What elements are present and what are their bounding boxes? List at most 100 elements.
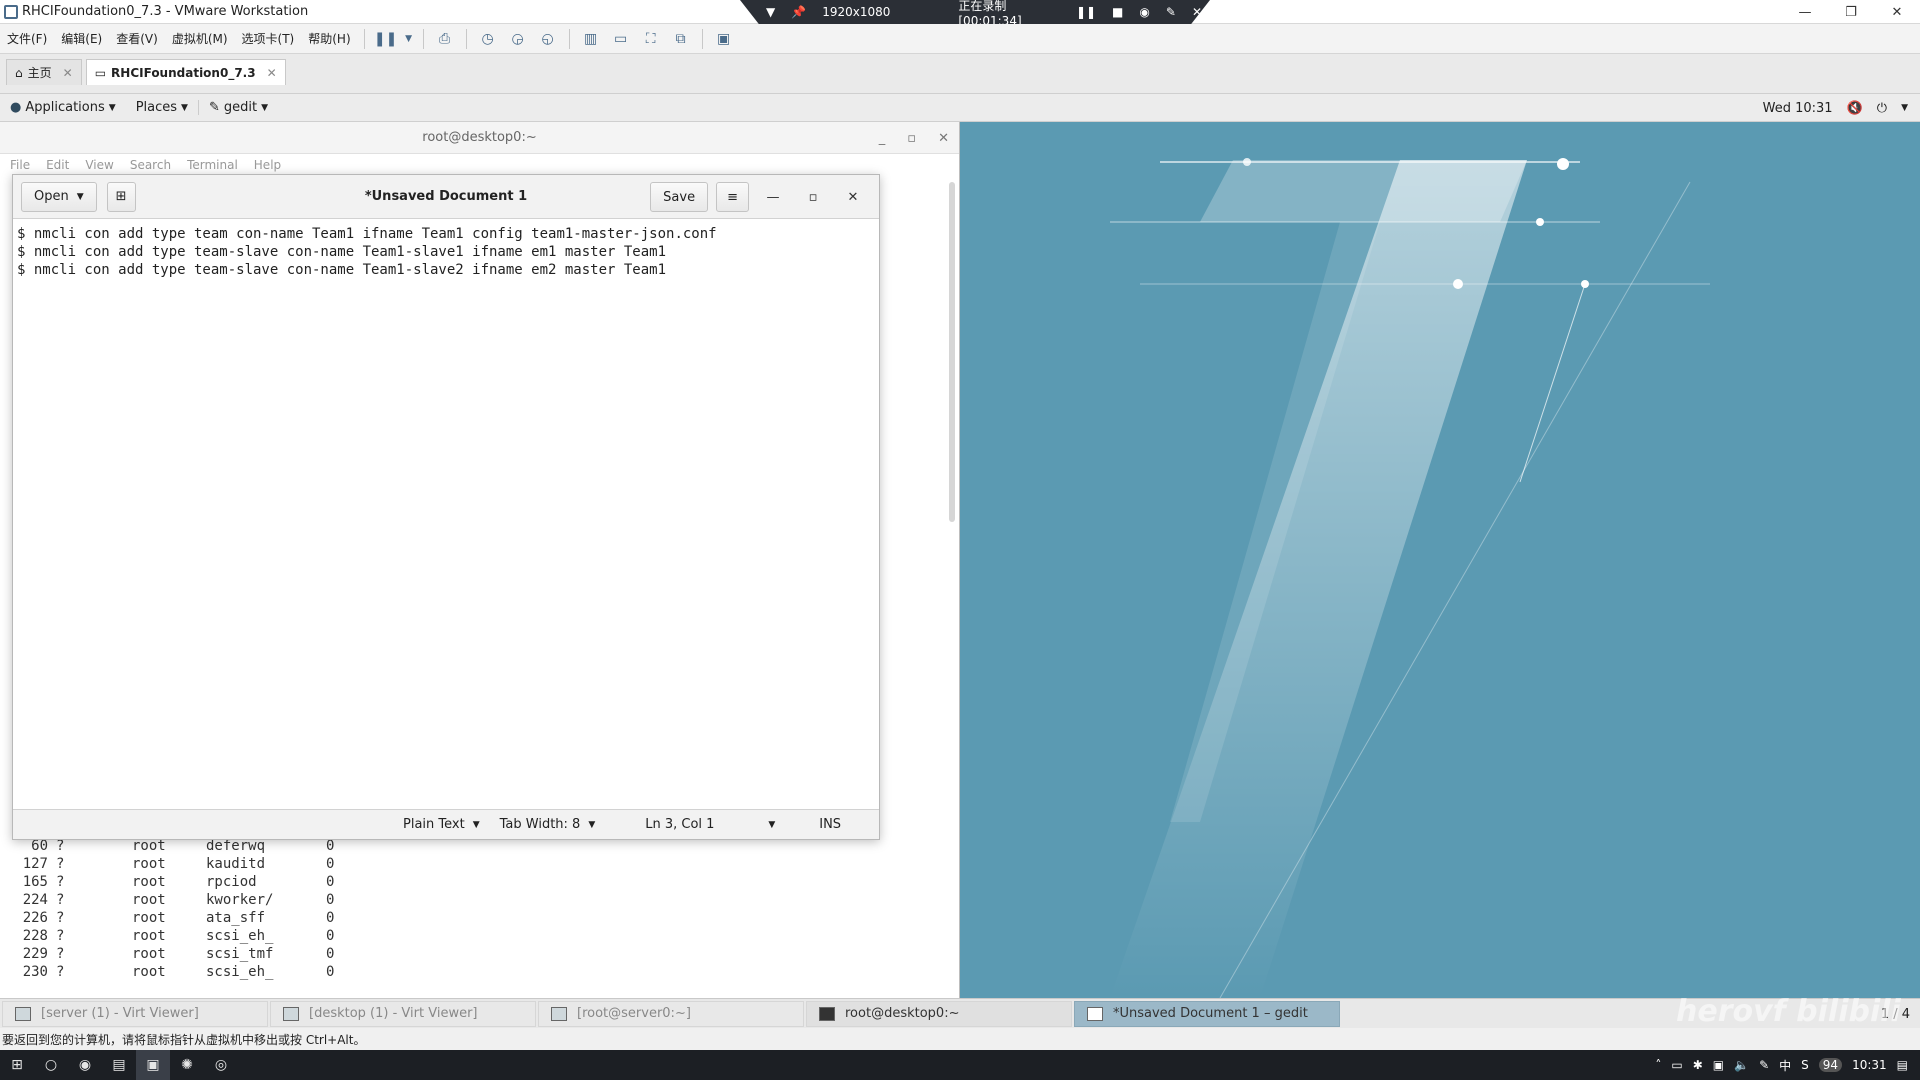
tab-home-label: 主页 xyxy=(27,66,52,80)
revert-snapshot-icon[interactable]: ◶ xyxy=(505,28,531,50)
task-server-terminal[interactable]: [root@server0:~] xyxy=(538,1000,804,1027)
cursor-position-selector[interactable]: Ln 3, Col 1 ▼ xyxy=(635,817,785,832)
menu-tabs[interactable]: 选项卡(T) xyxy=(235,30,302,47)
pen-icon[interactable]: ✎ xyxy=(1759,1058,1769,1072)
terminal-menu-file[interactable]: File xyxy=(10,158,30,172)
task-server-viewer[interactable]: [server (1) - Virt Viewer] xyxy=(2,1000,268,1027)
recorder-icon[interactable]: ◎ xyxy=(204,1050,238,1080)
home-icon: ⌂ xyxy=(15,65,23,80)
minimize-button[interactable]: — xyxy=(1782,0,1828,24)
browser-icon[interactable]: ◉ xyxy=(68,1050,102,1080)
text-editor[interactable]: $ nmcli con add type team con-name Team1… xyxy=(13,219,879,809)
battery-icon[interactable]: ▭ xyxy=(1671,1058,1682,1072)
terminal-menu-view[interactable]: View xyxy=(85,158,113,172)
terminal-menu-terminal[interactable]: Terminal xyxy=(187,158,238,172)
close-button[interactable]: ✕ xyxy=(1874,0,1920,24)
volume-icon[interactable]: 🔈 xyxy=(1734,1058,1749,1072)
terminal-scrollbar[interactable] xyxy=(949,182,955,522)
terminal-icon xyxy=(819,1006,835,1021)
vmware-tabs: ⌂ 主页 ✕ ▭ RHCIFoundation0_7.3 ✕ xyxy=(0,54,1920,94)
places-menu[interactable]: Places ▼ xyxy=(126,100,198,115)
tab-vm[interactable]: ▭ RHCIFoundation0_7.3 ✕ xyxy=(85,59,286,85)
close-icon[interactable]: ✕ xyxy=(938,131,949,146)
app-menu-label: gedit xyxy=(223,100,258,115)
terminal-titlebar[interactable]: root@desktop0:~ _ ▫ ✕ xyxy=(0,122,959,154)
maximize-button[interactable]: ▫ xyxy=(797,182,829,212)
stop-icon[interactable]: ■ xyxy=(1112,5,1123,19)
minimize-button[interactable]: — xyxy=(757,182,789,212)
close-tab-icon[interactable]: ✕ xyxy=(267,66,277,80)
cortana-search-icon[interactable]: ○ xyxy=(34,1050,68,1080)
tab-home[interactable]: ⌂ 主页 ✕ xyxy=(6,59,82,85)
language-selector[interactable]: Plain Text ▼ xyxy=(393,817,490,832)
recording-resolution: 1920x1080 xyxy=(822,5,891,19)
toolbar-separator xyxy=(701,28,703,49)
task-desktop-terminal[interactable]: root@desktop0:~ xyxy=(806,1000,1072,1027)
menu-edit[interactable]: 编辑(E) xyxy=(54,30,109,47)
power-icon[interactable]: ⏻ xyxy=(1877,101,1887,116)
task-desktop-viewer[interactable]: [desktop (1) - Virt Viewer] xyxy=(270,1000,536,1027)
open-button[interactable]: Open ▼ xyxy=(21,181,97,212)
pen-icon[interactable]: ✎ xyxy=(1166,5,1176,19)
terminal-menu-search[interactable]: Search xyxy=(130,158,171,172)
windows-clock[interactable]: 10:31 xyxy=(1852,1058,1887,1072)
fullscreen-icon[interactable]: ⛶ xyxy=(638,28,664,50)
app-icon[interactable]: ✺ xyxy=(170,1050,204,1080)
snapshot-manager-icon[interactable]: ◵ xyxy=(535,28,561,50)
task-gedit[interactable]: *Unsaved Document 1 – gedit xyxy=(1074,1000,1340,1027)
terminal-menu-edit[interactable]: Edit xyxy=(46,158,69,172)
volume-muted-icon[interactable]: 🔇 xyxy=(1847,101,1863,116)
dropdown-icon[interactable]: ▼ xyxy=(403,28,415,50)
app-menu[interactable]: ✎ gedit ▼ xyxy=(197,100,278,115)
unity-icon[interactable]: ⧉ xyxy=(668,28,694,50)
restore-button[interactable]: ❐ xyxy=(1828,0,1874,24)
pause-icon[interactable]: ❚❚ xyxy=(1076,5,1096,19)
snapshot-icon[interactable]: ◷ xyxy=(475,28,501,50)
process-row: 230? root scsi_eh_ 0 xyxy=(22,964,335,980)
network-icon[interactable]: ▣ xyxy=(1713,1058,1724,1072)
gnome-clock[interactable]: Wed 10:31 xyxy=(1763,101,1833,116)
new-document-button[interactable]: ⊞ xyxy=(106,181,136,212)
close-tab-icon[interactable]: ✕ xyxy=(63,66,73,80)
menu-vm[interactable]: 虚拟机(M) xyxy=(165,30,235,47)
camera-icon[interactable]: ◉ xyxy=(1139,5,1149,19)
console-view-icon[interactable]: ▭ xyxy=(608,28,634,50)
notification-badge[interactable]: 94 xyxy=(1818,1058,1843,1072)
pin-icon[interactable]: 📌 xyxy=(791,5,806,19)
maximize-icon[interactable]: ▫ xyxy=(907,131,916,146)
caret-down-icon: ▼ xyxy=(472,819,480,830)
system-tray: ˄ ▭ ✱ ▣ 🔈 ✎ 中 S 94 10:31 ▤ xyxy=(1655,1050,1920,1080)
ime-indicator[interactable]: 中 xyxy=(1779,1057,1791,1074)
sogou-icon[interactable]: S xyxy=(1801,1058,1809,1072)
process-row: 226? root ata_sff 0 xyxy=(22,910,335,926)
vmware-title: RHCIFoundation0_7.3 - VMware Workstation xyxy=(4,4,308,19)
caret-down-icon[interactable]: ▼ xyxy=(1901,103,1908,113)
editor-line: $ nmcli con add type team con-name Team1… xyxy=(17,226,717,242)
bluetooth-icon[interactable]: ✱ xyxy=(1693,1058,1703,1072)
menu-help[interactable]: 帮助(H) xyxy=(301,30,357,47)
minimize-icon[interactable]: _ xyxy=(879,131,886,146)
sidebar-view-icon[interactable]: ▥ xyxy=(578,28,604,50)
file-explorer-icon[interactable]: ▤ xyxy=(102,1050,136,1080)
terminal-menu-help[interactable]: Help xyxy=(254,158,281,172)
menu-file[interactable]: 文件(F) xyxy=(0,30,54,47)
send-ctrl-alt-del-icon[interactable]: ⎙ xyxy=(432,28,458,50)
gedit-window[interactable]: Open ▼ ⊞ *Unsaved Document 1 Save ≡ — ▫ xyxy=(12,174,880,840)
windows-start-icon[interactable]: ⊞ xyxy=(0,1050,34,1080)
save-button[interactable]: Save xyxy=(650,182,709,212)
hamburger-menu-button[interactable]: ≡ xyxy=(716,182,749,212)
gedit-headerbar[interactable]: Open ▼ ⊞ *Unsaved Document 1 Save ≡ — ▫ xyxy=(13,175,879,219)
action-center-icon[interactable]: ▤ xyxy=(1897,1058,1908,1072)
close-button[interactable]: ✕ xyxy=(837,182,869,212)
tab-width-selector[interactable]: Tab Width: 8 ▼ xyxy=(490,817,606,832)
menu-view[interactable]: 查看(V) xyxy=(109,30,165,47)
terminal-window[interactable]: root@desktop0:~ _ ▫ ✕ File Edit View Sea… xyxy=(0,122,960,998)
applications-menu[interactable]: ● Applications ▼ xyxy=(0,100,126,115)
dropdown-icon[interactable]: ▼ xyxy=(766,5,775,19)
show-hidden-icons-icon[interactable]: ˄ xyxy=(1655,1058,1661,1072)
vmware-taskbar-icon[interactable]: ▣ xyxy=(136,1050,170,1080)
stretch-icon[interactable]: ▣ xyxy=(711,28,737,50)
caret-down-icon: ▼ xyxy=(108,102,116,113)
close-recording-icon[interactable]: ✕ xyxy=(1192,5,1202,19)
suspend-icon[interactable]: ❚❚ xyxy=(373,28,399,50)
